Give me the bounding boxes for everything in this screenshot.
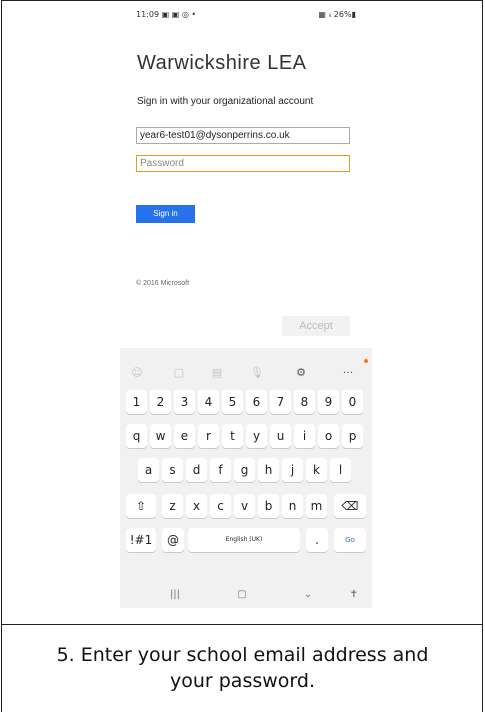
status-bar: 11:09 ▣ ▣ ◎ • ▦ ᵢₗ 26%▮ [136, 10, 356, 24]
key-u[interactable]: u [270, 424, 291, 448]
emoji-icon[interactable]: ☺ [126, 362, 148, 384]
key-4[interactable]: 4 [198, 390, 219, 414]
key-j[interactable]: j [282, 458, 303, 482]
key-8[interactable]: 8 [294, 390, 315, 414]
key-m[interactable]: m [306, 494, 327, 518]
key-t[interactable]: t [222, 424, 243, 448]
clipboard-icon[interactable]: ▤ [206, 362, 228, 384]
key-3[interactable]: 3 [174, 390, 195, 414]
key-o[interactable]: o [318, 424, 339, 448]
backspace-key[interactable]: ⌫ [334, 494, 366, 518]
sticker-icon[interactable]: ▢ [168, 362, 190, 384]
accessibility-icon[interactable]: ✝ [344, 586, 364, 604]
key-c[interactable]: c [210, 494, 231, 518]
key-q[interactable]: q [126, 424, 147, 448]
email-field[interactable]: year6-test01@dysonperrins.co.uk [136, 127, 350, 144]
key-g[interactable]: g [234, 458, 255, 482]
status-time: 11:09 [136, 10, 160, 19]
key-2[interactable]: 2 [150, 390, 171, 414]
organization-title: Warwickshire LEA [137, 52, 307, 74]
more-icon[interactable]: ··· [337, 362, 359, 384]
key-v[interactable]: v [234, 494, 255, 518]
password-field[interactable]: Password [136, 155, 350, 172]
status-right-icons: ▦ ᵢₗ 26%▮ [318, 10, 356, 19]
copyright-text: © 2016 Microsoft [136, 280, 190, 287]
key-5[interactable]: 5 [222, 390, 243, 414]
period-key[interactable]: . [306, 528, 328, 552]
accept-button[interactable]: Accept [282, 316, 350, 336]
key-f[interactable]: f [210, 458, 231, 482]
on-screen-keyboard: ☺ ▢ ▤ 🎙 ⚙ ··· 1 2 3 4 5 6 7 8 9 0 q w e r t y u i o p a s d f g h j k l ⇧ z x… [120, 348, 372, 608]
key-z[interactable]: z [162, 494, 183, 518]
key-b[interactable]: b [258, 494, 279, 518]
key-l[interactable]: l [330, 458, 351, 482]
go-key[interactable]: Go [334, 528, 366, 552]
key-e[interactable]: e [174, 424, 195, 448]
key-w[interactable]: w [150, 424, 171, 448]
signin-subtitle: Sign in with your organizational account [137, 96, 314, 107]
key-i[interactable]: i [294, 424, 315, 448]
table-row-divider [1, 624, 483, 625]
instruction-caption: 5. Enter your school email address and y… [0, 642, 485, 694]
key-0[interactable]: 0 [342, 390, 363, 414]
space-bar[interactable]: English (UK) [188, 528, 300, 552]
settings-icon[interactable]: ⚙ [290, 362, 312, 384]
key-p[interactable]: p [342, 424, 363, 448]
key-7[interactable]: 7 [270, 390, 291, 414]
table-top-border [1, 0, 483, 1]
caption-line-2: your password. [169, 670, 315, 692]
key-h[interactable]: h [258, 458, 279, 482]
notification-dot [364, 359, 368, 363]
key-9[interactable]: 9 [318, 390, 339, 414]
status-left: 11:09 ▣ ▣ ◎ • [136, 10, 196, 19]
key-6[interactable]: 6 [246, 390, 267, 414]
key-1[interactable]: 1 [126, 390, 147, 414]
notification-icons: ▣ ▣ ◎ • [161, 10, 197, 19]
phone-screenshot: 11:09 ▣ ▣ ◎ • ▦ ᵢₗ 26%▮ Warwickshire LEA… [120, 8, 372, 608]
caption-line-1: 5. Enter your school email address and [56, 644, 429, 666]
microphone-icon[interactable]: 🎙 [246, 362, 268, 384]
key-s[interactable]: s [162, 458, 183, 482]
key-x[interactable]: x [186, 494, 207, 518]
key-k[interactable]: k [306, 458, 327, 482]
sign-in-button[interactable]: Sign in [136, 205, 195, 223]
key-y[interactable]: y [246, 424, 267, 448]
recent-apps-icon[interactable]: ||| [165, 586, 185, 604]
at-key[interactable]: @ [162, 528, 184, 552]
shift-key[interactable]: ⇧ [126, 494, 156, 518]
symbols-key[interactable]: !#1 [126, 528, 156, 552]
key-a[interactable]: a [138, 458, 159, 482]
key-n[interactable]: n [282, 494, 303, 518]
key-r[interactable]: r [198, 424, 219, 448]
key-d[interactable]: d [186, 458, 207, 482]
home-icon[interactable]: ▢ [232, 586, 252, 604]
back-icon[interactable]: ⌄ [298, 586, 318, 604]
